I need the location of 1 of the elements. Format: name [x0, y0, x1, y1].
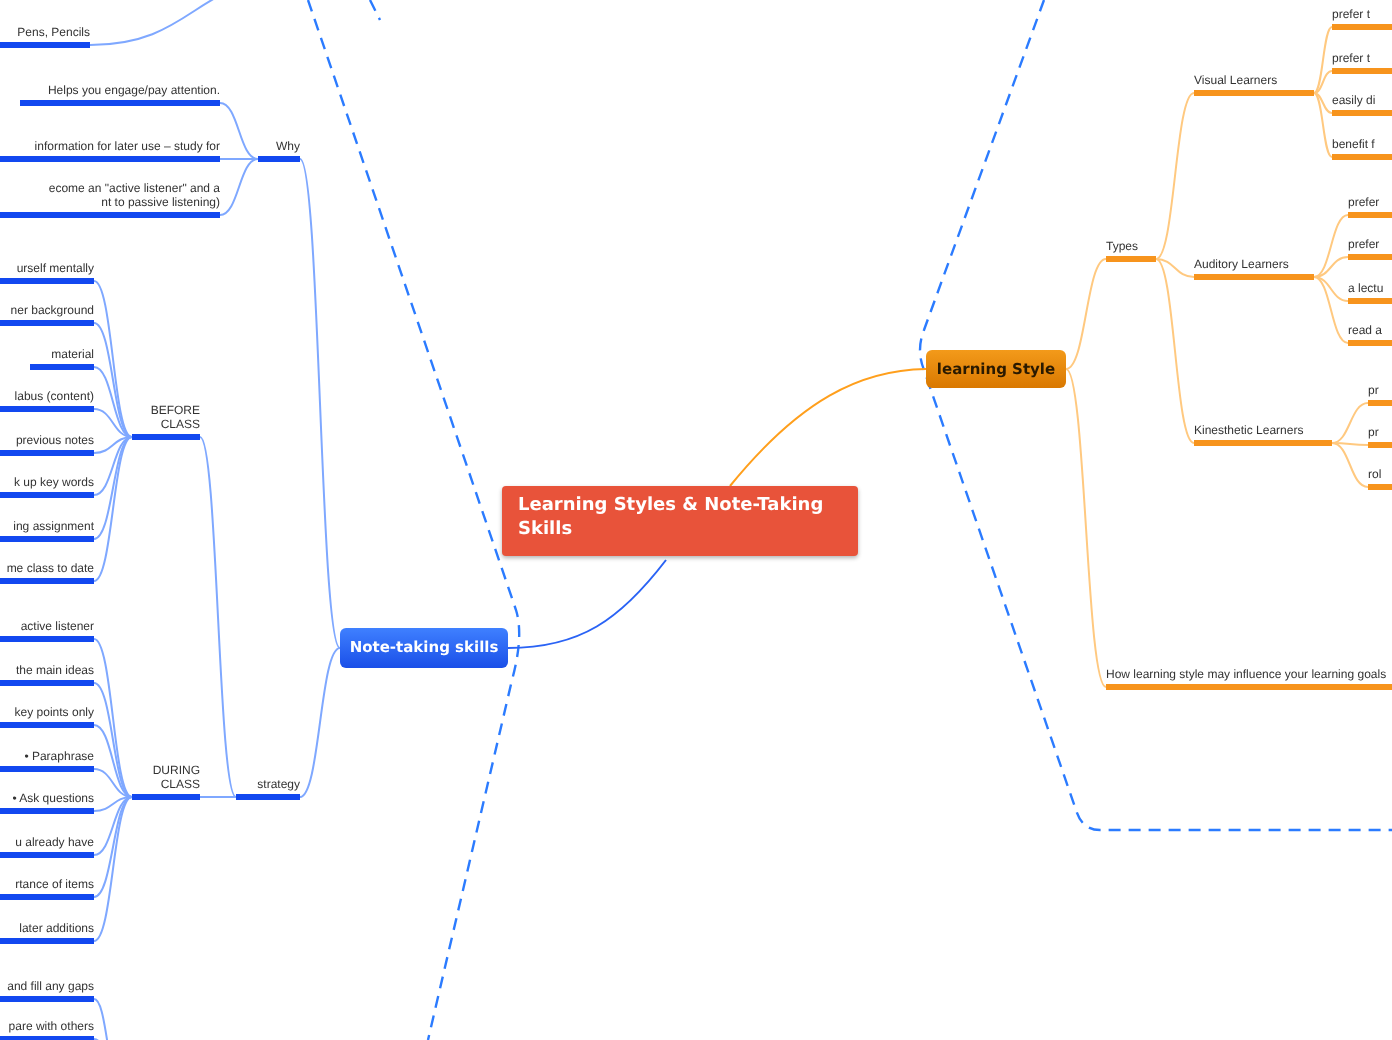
central-topic[interactable]: Learning Styles & Note-Taking Skills: [502, 486, 858, 556]
